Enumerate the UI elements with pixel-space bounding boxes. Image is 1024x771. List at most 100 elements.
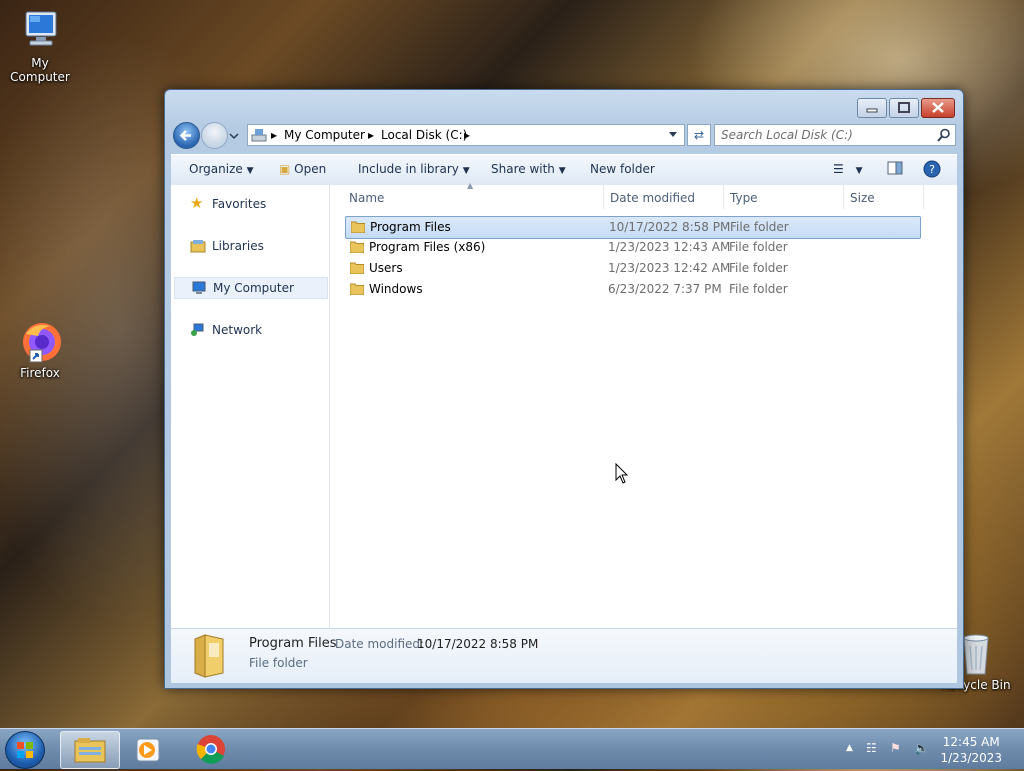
volume-icon[interactable]: 🔈 (914, 741, 929, 755)
include-in-library-menu[interactable]: Include in library ▼ (358, 162, 470, 176)
desktop-icon-label: My Computer (10, 56, 70, 84)
column-header-date-modified[interactable]: Date modified (610, 191, 695, 205)
open-label: Open (294, 162, 327, 176)
file-name: Windows (369, 282, 423, 296)
navigation-pane: ★ Favorites Libraries My Computer Networ… (171, 185, 330, 628)
refresh-button[interactable]: ⇄ (687, 124, 711, 146)
column-header-type[interactable]: Type (730, 191, 758, 205)
folder-icon (194, 634, 224, 678)
taskbar-media-player[interactable] (120, 731, 178, 767)
file-row-windows[interactable]: Windows 6/23/2022 7:37 PM File folder (345, 279, 919, 300)
new-folder-button[interactable]: New folder (590, 162, 655, 176)
file-row-program-files-x86[interactable]: Program Files (x86) 1/23/2023 12:43 AM F… (345, 237, 919, 258)
breadcrumb-my-computer[interactable]: My Computer (284, 125, 365, 145)
column-header-size[interactable]: Size (850, 191, 875, 205)
chevron-down-icon: ▼ (462, 166, 470, 176)
organize-menu[interactable]: Organize ▼ (189, 162, 254, 176)
column-divider[interactable] (723, 185, 724, 209)
explorer-body: ★ Favorites Libraries My Computer Networ… (171, 181, 957, 628)
share-with-menu[interactable]: Share with ▼ (491, 162, 566, 176)
chevron-down-icon[interactable] (668, 131, 678, 139)
network-status-icon[interactable]: ☷ (866, 741, 877, 755)
command-bar: Organize ▼ ▣ Open Include in library ▼ S… (171, 154, 957, 186)
sort-indicator-icon: ▲ (467, 181, 474, 190)
star-icon: ★ (190, 194, 204, 212)
column-divider[interactable] (843, 185, 844, 209)
svg-text:?: ? (929, 163, 935, 176)
file-list: ▲ Name Date modified Type Size Program F… (331, 181, 957, 628)
forward-button[interactable] (201, 122, 228, 149)
view-list-icon: ☰ (833, 162, 844, 176)
media-player-icon (136, 738, 160, 762)
nav-item-label: Favorites (212, 197, 267, 211)
breadcrumb-separator[interactable]: ▸ (368, 125, 374, 145)
action-center-icon[interactable]: ⚑ (890, 741, 901, 755)
computer-icon (16, 10, 64, 54)
details-name: Program Files (249, 636, 337, 651)
drive-icon (251, 129, 267, 142)
file-date: 1/23/2023 12:42 AM (608, 261, 731, 275)
close-button[interactable] (921, 98, 955, 118)
recent-pages-dropdown[interactable] (229, 130, 239, 140)
search-icon[interactable] (937, 128, 951, 142)
back-button[interactable] (173, 122, 200, 149)
folder-icon (350, 283, 364, 295)
breadcrumb-local-disk[interactable]: Local Disk (C:) (381, 125, 467, 145)
preview-pane-icon (887, 161, 903, 175)
nav-item-label: Libraries (212, 239, 264, 253)
breadcrumb-separator[interactable]: ▸ (271, 125, 277, 145)
minimize-button[interactable] (857, 98, 887, 118)
address-bar[interactable]: ▸ My Computer ▸ Local Disk (C:) ▸ (247, 124, 685, 146)
search-box[interactable]: Search Local Disk (C:) (714, 124, 956, 146)
start-button[interactable] (5, 731, 45, 769)
restore-icon (898, 102, 910, 113)
nav-item-network[interactable]: Network (174, 320, 326, 340)
column-divider[interactable] (923, 185, 924, 209)
change-view-button[interactable]: ☰ ▼ (833, 162, 863, 176)
folder-icon (351, 221, 365, 233)
show-hidden-icons-button[interactable]: ▲ (846, 743, 853, 753)
file-row-users[interactable]: Users 1/23/2023 12:42 AM File folder (345, 258, 919, 279)
column-header-name[interactable]: Name (349, 191, 384, 205)
help-button[interactable]: ? (923, 160, 941, 181)
system-clock[interactable]: 12:45 AM 1/23/2023 (940, 734, 1002, 766)
file-explorer-icon (74, 738, 106, 763)
navigation-bar: ▸ My Computer ▸ Local Disk (C:) ▸ ⇄ Sear… (171, 122, 957, 149)
preview-pane-button[interactable] (887, 160, 903, 179)
breadcrumb-separator[interactable]: ▸ (464, 125, 470, 145)
maximize-button[interactable] (889, 98, 919, 118)
folder-icon (350, 262, 364, 274)
details-type: File folder (249, 656, 308, 670)
nav-item-label: My Computer (213, 281, 294, 295)
search-placeholder: Search Local Disk (C:) (721, 128, 853, 142)
file-date: 6/23/2022 7:37 PM (608, 282, 722, 296)
taskbar-chrome[interactable] (182, 731, 240, 767)
chevron-down-icon: ▼ (558, 166, 566, 176)
file-name: Program Files (370, 220, 451, 234)
windows-logo-icon (17, 742, 33, 758)
clock-time: 12:45 AM (942, 735, 1000, 749)
taskbar-explorer[interactable] (60, 731, 120, 769)
file-type: File folder (729, 240, 788, 254)
organize-label: Organize (189, 162, 243, 176)
nav-item-favorites[interactable]: ★ Favorites (174, 194, 326, 214)
open-button[interactable]: ▣ Open (279, 162, 326, 176)
firefox-icon (16, 320, 64, 364)
refresh-icon: ⇄ (693, 128, 705, 142)
desktop-icon-my-computer[interactable]: My Computer (0, 10, 80, 84)
explorer-window: ▸ My Computer ▸ Local Disk (C:) ▸ ⇄ Sear… (164, 89, 964, 689)
nav-item-my-computer[interactable]: My Computer (174, 277, 328, 299)
details-pane: Program Files Date modified: 10/17/2022 … (171, 628, 957, 683)
file-row-program-files[interactable]: Program Files 10/17/2022 8:58 PM File fo… (345, 216, 921, 239)
file-name: Users (369, 261, 403, 275)
file-name: Program Files (x86) (369, 240, 486, 254)
desktop-icon-firefox[interactable]: Firefox (0, 320, 80, 380)
file-type: File folder (729, 282, 788, 296)
minimize-icon (866, 108, 878, 113)
mouse-cursor-icon (615, 463, 629, 484)
share-with-label: Share with (491, 162, 555, 176)
nav-item-label: Network (212, 323, 263, 337)
nav-item-libraries[interactable]: Libraries (174, 236, 326, 256)
close-icon (932, 102, 944, 113)
column-divider[interactable] (603, 185, 604, 209)
